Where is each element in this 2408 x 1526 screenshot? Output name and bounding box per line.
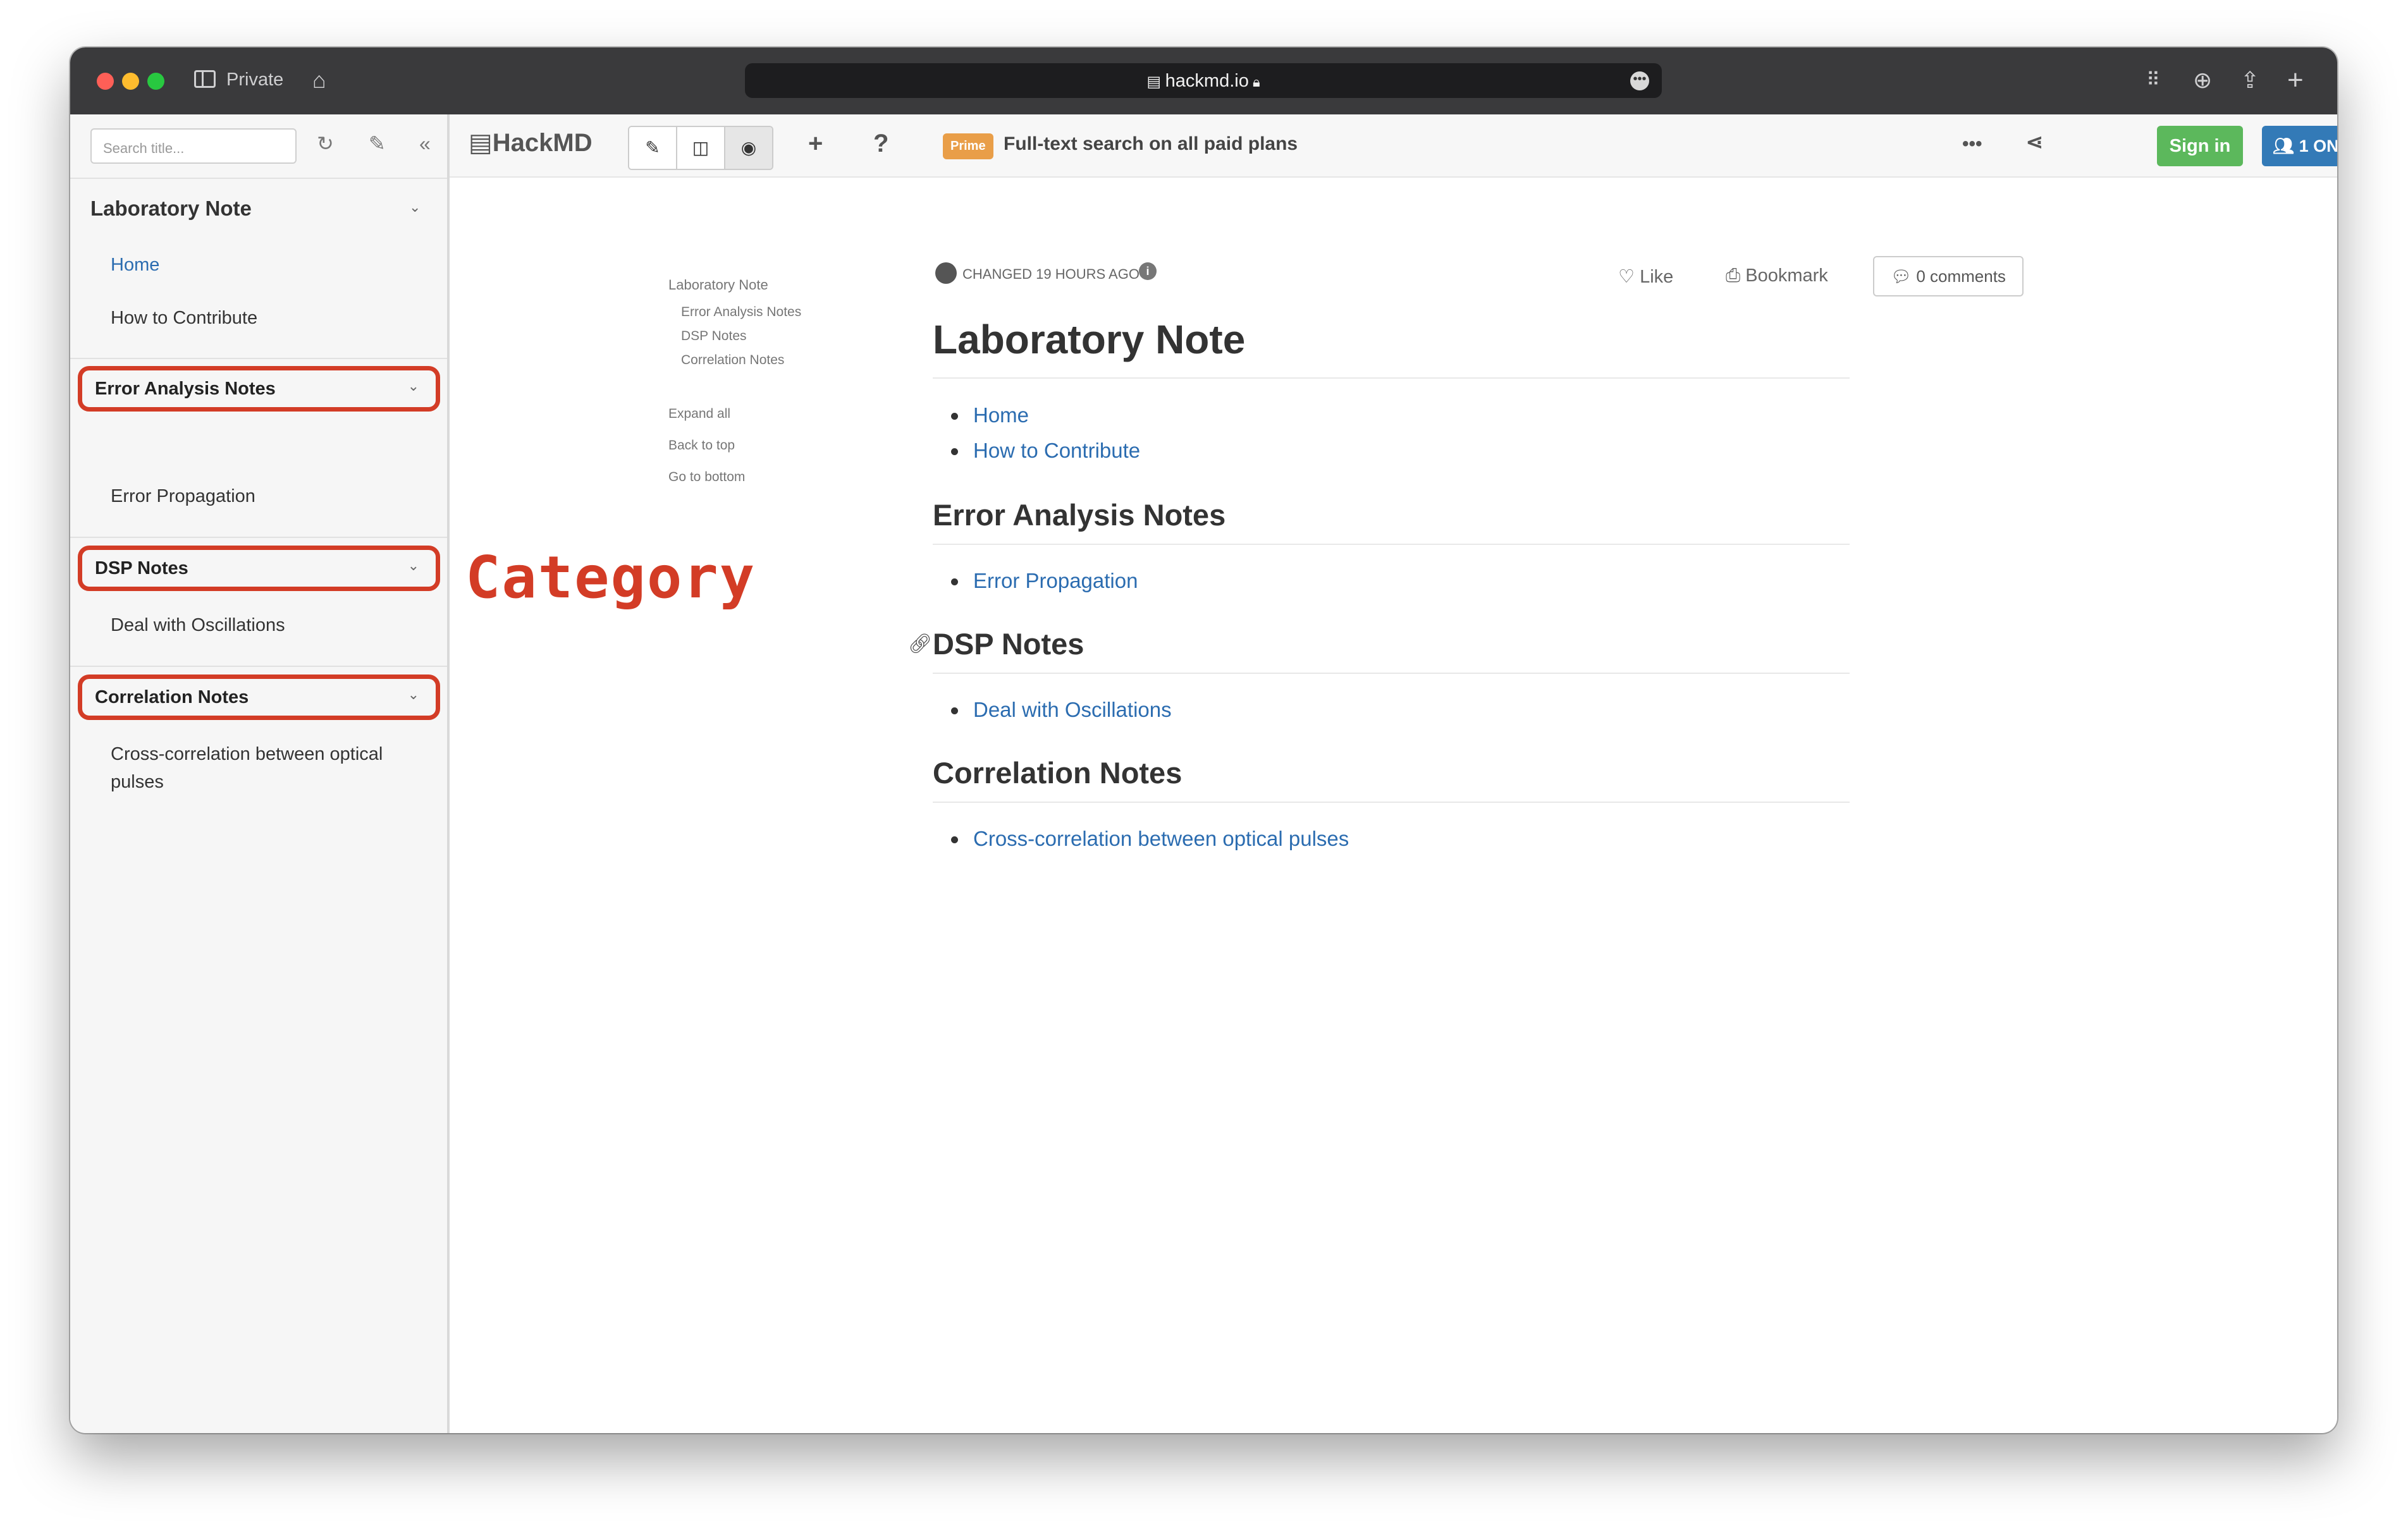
bookmark-button[interactable]: ⎙ Bookmark — [1726, 266, 1828, 286]
home-icon[interactable]: ⌂ — [312, 66, 326, 94]
section-heading-dsp: DSP Notes — [933, 627, 1084, 661]
divider — [933, 377, 1850, 379]
toc-item[interactable]: Correlation Notes — [681, 353, 784, 368]
link-cross-correlation[interactable]: Cross-correlation between optical pulses — [973, 827, 1349, 851]
online-count: 1 ONLINE — [2299, 137, 2337, 156]
logo-text: HackMD — [492, 129, 593, 157]
divider — [933, 802, 1850, 803]
sidebar-toggle-icon[interactable] — [194, 70, 216, 88]
refresh-icon[interactable]: ↻ — [317, 131, 334, 156]
category-annotation: Category — [465, 544, 756, 611]
chevron-down-icon[interactable]: ⌄ — [409, 199, 421, 216]
edit-pencil-icon[interactable]: ✎ — [369, 131, 386, 156]
chevron-down-icon[interactable]: ⌄ — [408, 378, 419, 394]
comments-button[interactable]: 💬︎ 0 comments — [1873, 256, 2024, 296]
sign-in-button[interactable]: Sign in — [2157, 126, 2243, 166]
toc-title[interactable]: Laboratory Note — [668, 277, 768, 293]
sidebar-item-deal-with-oscillations[interactable]: Deal with Oscillations — [111, 611, 285, 639]
users-icon: 👥︎ — [2272, 137, 2299, 156]
close-window-button[interactable] — [97, 73, 114, 90]
anchor-link-icon[interactable]: 🔗︎ — [908, 633, 932, 655]
sidebar-item-label-line2: pulses — [111, 772, 164, 792]
page-title: Laboratory Note — [933, 317, 1246, 362]
info-icon[interactable]: i — [1139, 262, 1157, 280]
comments-label: 0 comments — [1916, 267, 2006, 286]
comment-icon: 💬︎ — [1891, 267, 1917, 286]
sidebar-category-error-analysis[interactable]: Error Analysis Notes ⌄ — [78, 366, 440, 412]
expand-all-link[interactable]: Expand all — [668, 406, 730, 422]
download-icon[interactable]: ⊕ — [2193, 66, 2212, 94]
sidebar-item-home[interactable]: Home — [111, 251, 159, 279]
avatar[interactable] — [935, 262, 957, 284]
prime-badge: Prime — [943, 133, 993, 159]
bullet — [951, 707, 958, 714]
sidebar-item-how-to-contribute[interactable]: How to Contribute — [111, 304, 257, 332]
category-label: Error Analysis Notes — [95, 379, 276, 399]
bookmark-label: Bookmark — [1745, 266, 1828, 286]
link-deal-with-oscillations[interactable]: Deal with Oscillations — [973, 698, 1172, 722]
bullet — [951, 413, 958, 420]
private-mode-label: Private — [226, 70, 284, 90]
like-button[interactable]: ♡ Like — [1618, 266, 1673, 288]
sidebar-book-title[interactable]: Laboratory Note — [90, 197, 252, 221]
collapse-sidebar-icon[interactable]: « — [419, 131, 431, 156]
link-home[interactable]: Home — [973, 403, 1029, 427]
sidebar-item-error-propagation[interactable]: Error Propagation — [111, 482, 255, 510]
sidebar-category-dsp[interactable]: DSP Notes ⌄ — [78, 546, 440, 591]
promo-text[interactable]: Full-text search on all paid plans — [1004, 133, 1298, 155]
divider — [933, 673, 1850, 674]
bullet — [951, 578, 958, 585]
sidebar-category-correlation[interactable]: Correlation Notes ⌄ — [78, 674, 440, 720]
new-tab-icon[interactable]: + — [2287, 66, 2304, 94]
more-menu-icon[interactable]: ••• — [1962, 133, 1982, 155]
category-label: DSP Notes — [95, 558, 188, 578]
heart-icon: ♡ — [1618, 267, 1640, 287]
share-icon[interactable]: ⋖ — [2025, 130, 2044, 155]
lock-icon: 🔒︎ — [1248, 74, 1260, 90]
page-icon: ▤ — [1146, 73, 1165, 90]
chevron-down-icon[interactable]: ⌄ — [408, 558, 419, 574]
browser-titlebar: Private ⌂ ▤ hackmd.io 🔒︎ ••• ⠿ ⊕ ⇪ + — [70, 47, 2337, 114]
more-options-icon[interactable]: ••• — [1630, 71, 1649, 90]
add-note-icon[interactable]: + — [808, 130, 823, 158]
document-icon: ▤ — [469, 129, 493, 157]
go-to-bottom-link[interactable]: Go to bottom — [668, 470, 745, 485]
section-heading-correlation: Correlation Notes — [933, 756, 1182, 790]
search-title-input[interactable]: Search title... — [90, 128, 297, 164]
chevron-down-icon[interactable]: ⌄ — [408, 687, 419, 703]
hackmd-toolbar: ▤HackMD ✎ ◫ ◉ + ? Prime Full-text search… — [450, 114, 2337, 178]
share-icon[interactable]: ⇪ — [2240, 66, 2259, 94]
toc-item[interactable]: DSP Notes — [681, 329, 747, 344]
link-how-to-contribute[interactable]: How to Contribute — [973, 439, 1140, 463]
browser-window: Private ⌂ ▤ hackmd.io 🔒︎ ••• ⠿ ⊕ ⇪ + Sea… — [70, 47, 2337, 1433]
online-users-button[interactable]: 👥︎ 1 ONLINE — [2262, 126, 2337, 166]
bullet — [951, 836, 958, 843]
grid-icon[interactable]: ⠿ — [2146, 66, 2160, 94]
toc-item[interactable]: Error Analysis Notes — [681, 305, 801, 320]
like-label: Like — [1640, 267, 1674, 287]
view-mode-button[interactable]: ◉ — [725, 127, 772, 169]
bullet — [951, 448, 958, 455]
split-mode-button[interactable]: ◫ — [677, 127, 725, 169]
hackmd-logo[interactable]: ▤HackMD — [469, 128, 593, 157]
minimize-window-button[interactable] — [122, 73, 139, 90]
category-label: Correlation Notes — [95, 687, 249, 707]
last-changed-label: CHANGED 19 HOURS AGO — [962, 266, 1140, 282]
url-text: hackmd.io — [1165, 71, 1249, 91]
sidebar-item-label-line1: Cross-correlation between optical — [111, 744, 383, 764]
bookmark-icon: ⎙ — [1726, 266, 1746, 286]
zoom-window-button[interactable] — [147, 73, 164, 90]
address-bar[interactable]: ▤ hackmd.io 🔒︎ ••• — [745, 63, 1662, 98]
help-icon[interactable]: ? — [873, 130, 888, 158]
link-error-propagation[interactable]: Error Propagation — [973, 569, 1138, 593]
section-heading-error-analysis: Error Analysis Notes — [933, 498, 1226, 532]
book-sidebar: Search title... ↻ ✎ « Laboratory Note ⌄ … — [70, 114, 450, 1433]
divider — [933, 544, 1850, 545]
view-mode-group: ✎ ◫ ◉ — [628, 126, 773, 170]
edit-mode-button[interactable]: ✎ — [629, 127, 677, 169]
sidebar-item-cross-correlation[interactable]: Cross-correlation between optical pulses — [111, 740, 383, 796]
back-to-top-link[interactable]: Back to top — [668, 438, 735, 453]
